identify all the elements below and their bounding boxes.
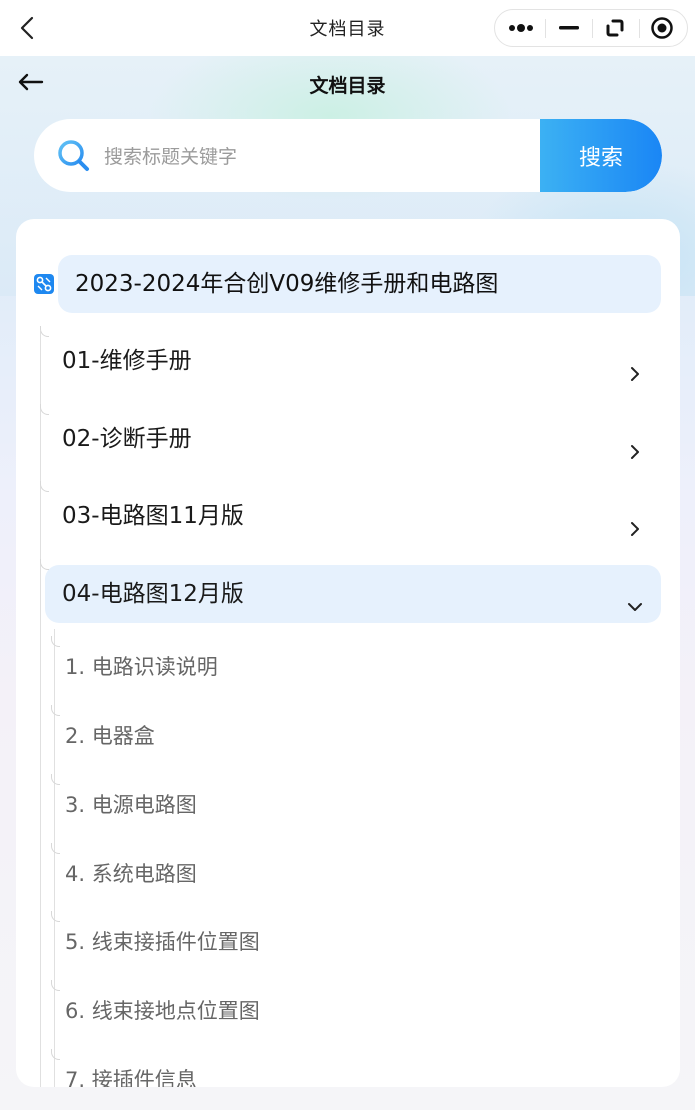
- close-target-icon[interactable]: [638, 10, 686, 46]
- page-title: 文档目录: [309, 75, 386, 97]
- wechat-nav-bar: 文档目录: [0, 0, 695, 57]
- more-dots-icon[interactable]: [497, 10, 545, 46]
- tree-connector: [40, 404, 49, 415]
- tree-guide-line: [54, 629, 55, 1087]
- tree-connector: [51, 705, 60, 716]
- search-bar: 搜索: [34, 119, 662, 192]
- tree-connector: [51, 774, 60, 785]
- chevron-right-icon: [627, 503, 643, 536]
- tree-child-label: 6. 线束接地点位置图: [65, 999, 260, 1023]
- capsule-menu: [494, 9, 688, 47]
- tree-section-label: 02-诊断手册: [62, 426, 192, 452]
- directory-card: 2023-2024年合创V09维修手册和电路图 01-维修手册 02-诊断手册 …: [16, 219, 680, 1087]
- search-button[interactable]: 搜索: [540, 119, 662, 192]
- tree-section-item[interactable]: 01-维修手册: [40, 326, 661, 390]
- tree-child-item[interactable]: 6. 线束接地点位置图: [51, 980, 636, 1036]
- tree-child-item[interactable]: 5. 线束接插件位置图: [51, 911, 636, 967]
- search-input[interactable]: [102, 137, 526, 177]
- tree-connector: [51, 911, 60, 922]
- tree-connector: [40, 326, 49, 337]
- tree-connector: [51, 1049, 60, 1060]
- document-link-icon: [34, 274, 54, 294]
- tree-section-item-expanded[interactable]: 04-电路图12月版: [40, 559, 661, 623]
- tree-child-item[interactable]: 1. 电路识读说明: [51, 636, 636, 692]
- tree-child-label: 3. 电源电路图: [65, 793, 197, 817]
- tree-child-label: 1. 电路识读说明: [65, 655, 218, 679]
- chevron-right-icon: [627, 426, 643, 459]
- tree-child-item[interactable]: 2. 电器盒: [51, 705, 636, 761]
- tree-root-item[interactable]: 2023-2024年合创V09维修手册和电路图: [58, 255, 661, 313]
- tree-child-label: 4. 系统电路图: [65, 862, 197, 886]
- tree-child-label: 7. 接插件信息: [65, 1068, 197, 1087]
- chevron-down-icon: [627, 581, 643, 611]
- tree-connector: [51, 636, 60, 647]
- tree-section-label: 01-维修手册: [62, 348, 192, 374]
- tree-section-item[interactable]: 03-电路图11月版: [40, 481, 661, 545]
- tree-connector: [51, 980, 60, 991]
- tree-connector: [40, 559, 49, 570]
- tree-child-item[interactable]: 7. 接插件信息: [51, 1049, 636, 1087]
- tree-section-label: 04-电路图12月版: [62, 581, 244, 607]
- tree-guide-line: [40, 331, 41, 1087]
- tree-connector: [51, 843, 60, 854]
- tree-child-label: 2. 电器盒: [65, 724, 155, 748]
- tree-child-label: 5. 线束接插件位置图: [65, 930, 260, 954]
- search-icon: [56, 138, 92, 174]
- chevron-right-icon: [627, 348, 643, 381]
- tree-connector: [40, 481, 49, 492]
- tree-child-item[interactable]: 3. 电源电路图: [51, 774, 636, 830]
- tree-section-label: 03-电路图11月版: [62, 503, 244, 529]
- float-window-icon[interactable]: [591, 10, 639, 46]
- tree-section-item[interactable]: 02-诊断手册: [40, 404, 661, 468]
- tree-child-item[interactable]: 4. 系统电路图: [51, 843, 636, 899]
- minimize-icon[interactable]: [545, 10, 593, 46]
